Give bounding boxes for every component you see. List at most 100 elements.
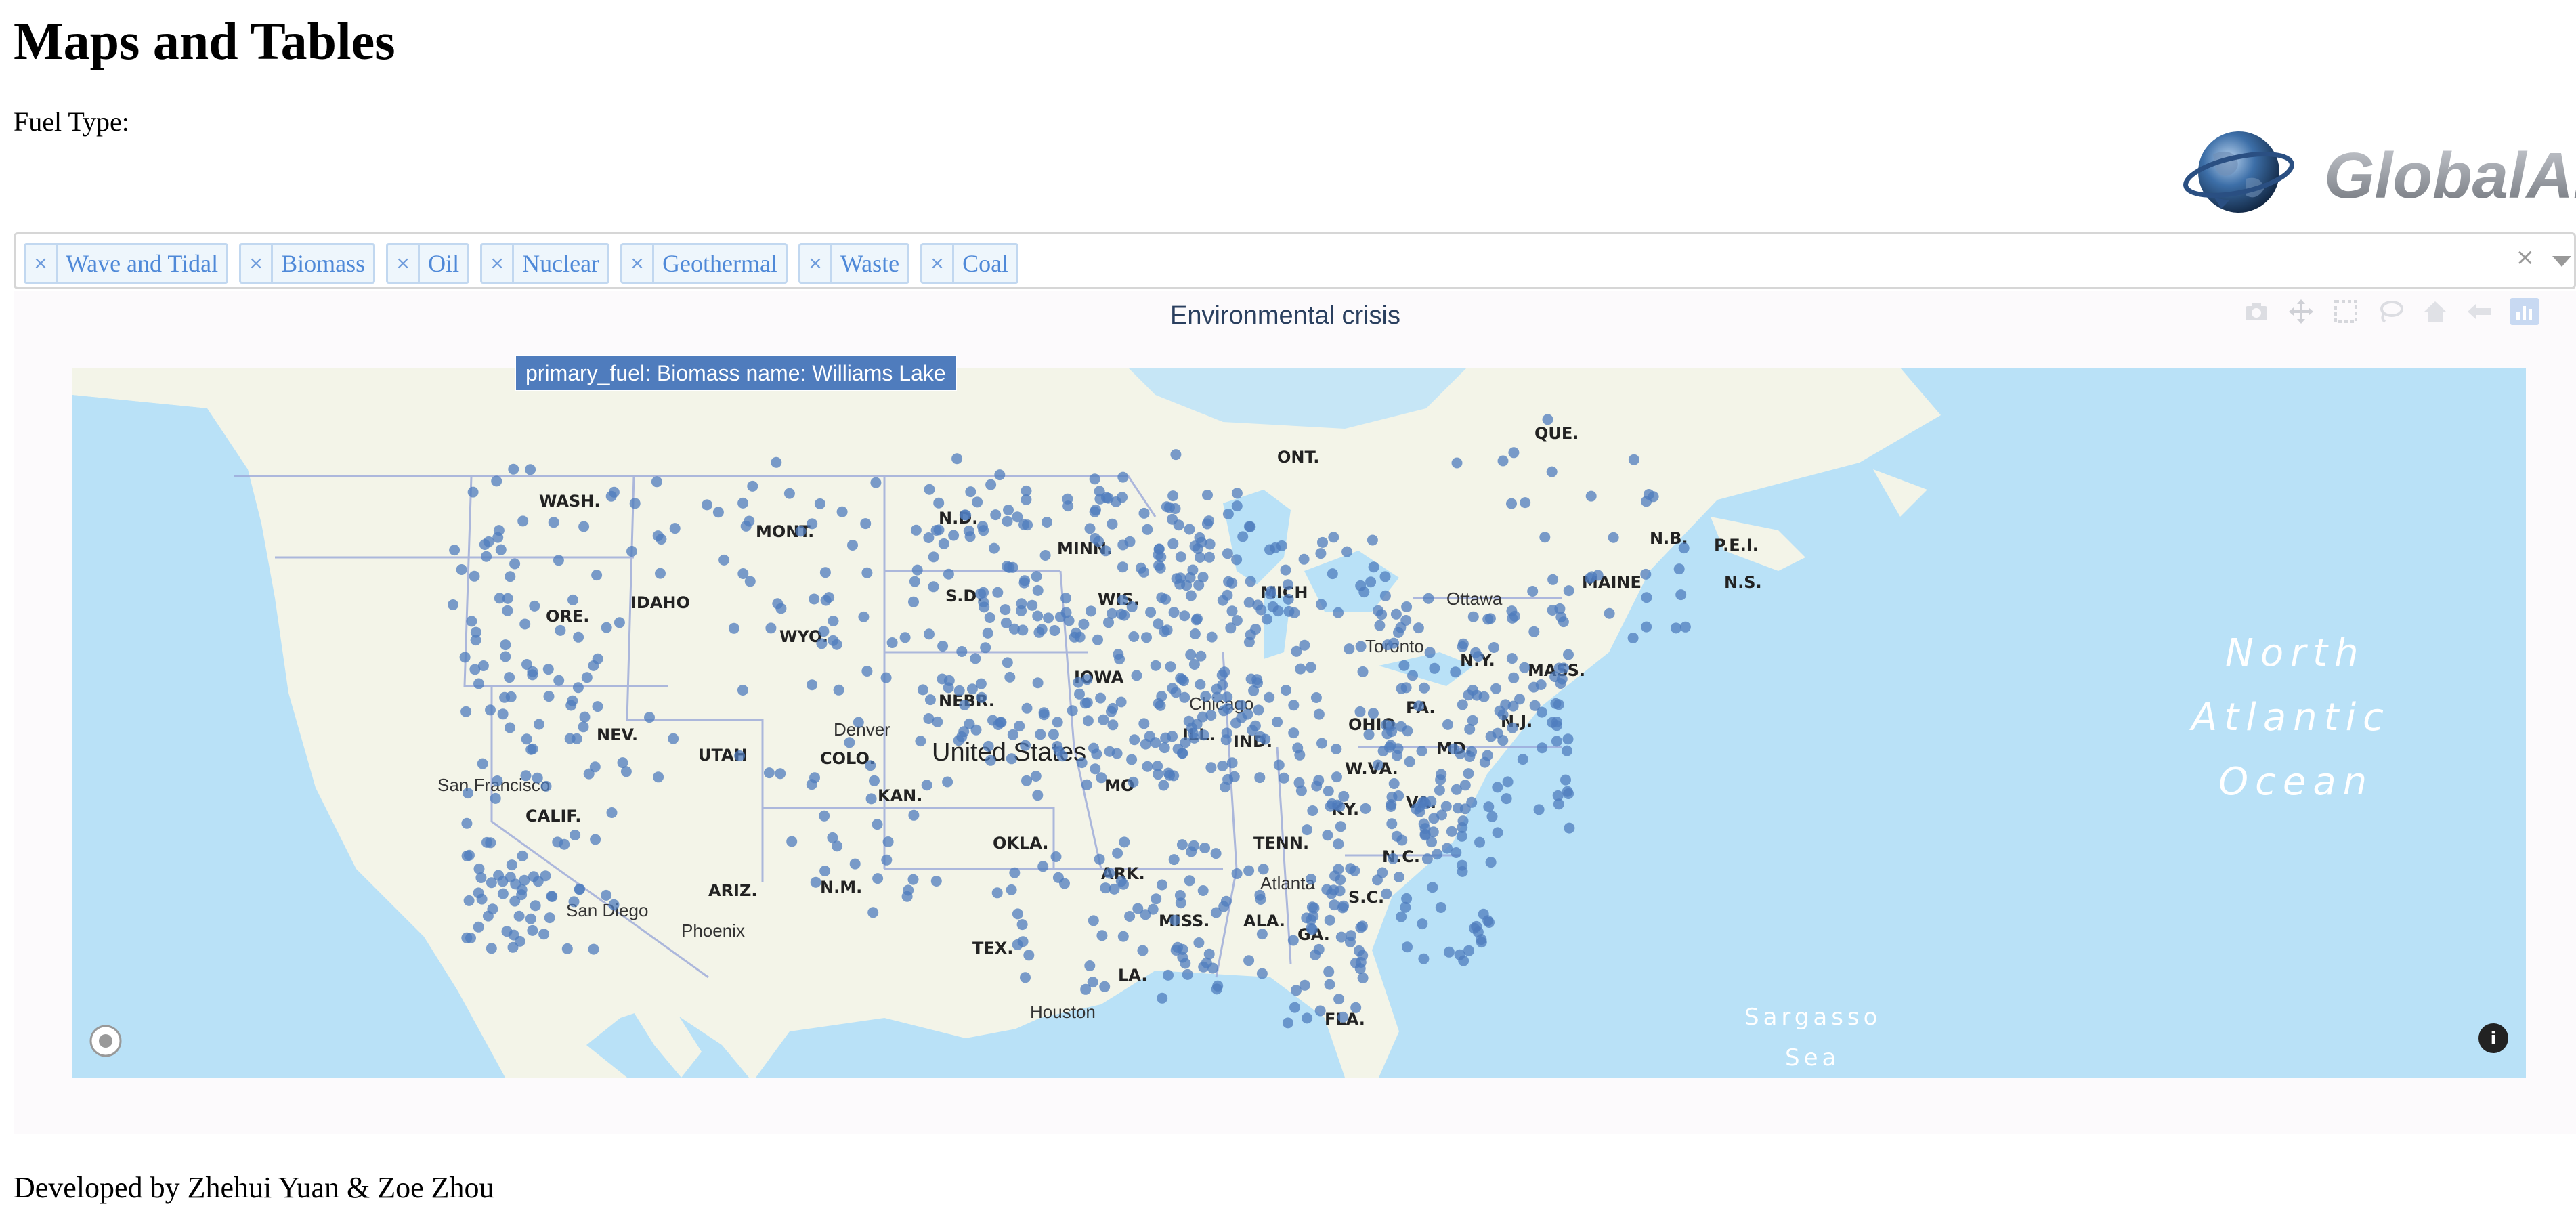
plant-marker[interactable]	[1272, 717, 1283, 727]
plant-marker[interactable]	[1222, 548, 1233, 559]
plant-marker[interactable]	[1363, 729, 1375, 740]
plant-marker[interactable]	[908, 596, 919, 608]
plant-marker[interactable]	[1092, 634, 1103, 645]
plant-marker[interactable]	[1306, 874, 1316, 884]
plant-marker[interactable]	[1404, 756, 1415, 767]
plant-marker[interactable]	[1188, 840, 1199, 851]
plant-marker[interactable]	[1223, 576, 1235, 587]
plant-marker[interactable]	[827, 832, 838, 843]
plant-marker[interactable]	[923, 713, 935, 724]
plant-marker[interactable]	[1243, 955, 1255, 966]
plant-marker[interactable]	[1074, 688, 1085, 700]
plant-marker[interactable]	[872, 873, 884, 884]
plant-marker[interactable]	[1235, 700, 1247, 711]
plant-marker[interactable]	[1293, 777, 1305, 788]
plant-marker[interactable]	[1456, 830, 1467, 842]
plant-marker[interactable]	[924, 484, 935, 495]
plant-marker[interactable]	[728, 622, 739, 634]
plant-marker[interactable]	[1002, 515, 1013, 527]
plant-marker[interactable]	[1124, 536, 1136, 547]
plant-marker[interactable]	[1185, 590, 1197, 601]
plant-marker[interactable]	[464, 849, 475, 861]
plant-marker[interactable]	[1388, 853, 1399, 864]
plant-marker[interactable]	[1506, 498, 1517, 509]
plant-marker[interactable]	[1463, 768, 1474, 780]
plant-marker[interactable]	[500, 639, 511, 651]
plant-marker[interactable]	[502, 605, 513, 616]
plant-marker[interactable]	[1442, 719, 1453, 730]
plant-marker[interactable]	[591, 570, 603, 581]
plant-marker[interactable]	[507, 941, 519, 953]
plant-marker[interactable]	[1153, 769, 1164, 780]
plant-marker[interactable]	[1206, 631, 1218, 643]
plant-marker[interactable]	[1163, 969, 1174, 981]
plant-marker[interactable]	[485, 837, 496, 849]
plant-marker[interactable]	[1484, 917, 1495, 928]
plant-marker[interactable]	[1194, 532, 1205, 543]
plant-marker[interactable]	[461, 932, 473, 943]
plant-marker[interactable]	[528, 871, 539, 882]
plant-marker[interactable]	[1150, 737, 1161, 748]
plant-marker[interactable]	[1280, 564, 1291, 576]
plant-marker[interactable]	[1124, 911, 1136, 922]
plant-marker[interactable]	[820, 595, 832, 606]
plant-marker[interactable]	[1679, 621, 1691, 633]
plant-marker[interactable]	[737, 497, 749, 509]
plant-marker[interactable]	[1419, 682, 1430, 694]
plant-marker[interactable]	[473, 678, 484, 689]
remove-chip-icon[interactable]: ×	[800, 245, 832, 282]
plant-marker[interactable]	[1002, 657, 1013, 668]
plant-marker[interactable]	[1035, 729, 1046, 740]
plant-marker[interactable]	[1021, 775, 1032, 786]
plant-marker[interactable]	[1427, 882, 1438, 893]
plant-marker[interactable]	[1129, 734, 1140, 746]
plant-marker[interactable]	[1325, 801, 1336, 812]
plant-marker[interactable]	[492, 775, 503, 786]
plant-marker[interactable]	[1464, 751, 1476, 762]
plant-marker[interactable]	[525, 913, 536, 924]
plant-marker[interactable]	[915, 736, 926, 747]
clear-all-icon[interactable]: ×	[2516, 244, 2535, 271]
plant-marker[interactable]	[1457, 641, 1468, 652]
plant-marker[interactable]	[1335, 931, 1347, 943]
plant-marker[interactable]	[982, 627, 993, 639]
plant-marker[interactable]	[1333, 607, 1344, 618]
plant-marker[interactable]	[1107, 518, 1118, 530]
plant-marker[interactable]	[1527, 586, 1539, 597]
plant-marker[interactable]	[1492, 782, 1503, 793]
plant-marker[interactable]	[1265, 585, 1276, 597]
plant-marker[interactable]	[1137, 945, 1149, 956]
plant-marker[interactable]	[978, 587, 989, 598]
plant-marker[interactable]	[985, 479, 997, 490]
plant-marker[interactable]	[1032, 610, 1044, 622]
plant-marker[interactable]	[1237, 531, 1249, 542]
plant-marker[interactable]	[853, 717, 864, 728]
plant-marker[interactable]	[880, 672, 892, 683]
plant-marker[interactable]	[1396, 721, 1407, 732]
plant-marker[interactable]	[1195, 679, 1206, 690]
plant-marker[interactable]	[1434, 784, 1445, 796]
plant-marker[interactable]	[1138, 718, 1150, 729]
plant-marker[interactable]	[1170, 687, 1182, 698]
plant-marker[interactable]	[907, 874, 919, 885]
plant-marker[interactable]	[849, 858, 861, 870]
plant-marker[interactable]	[553, 555, 564, 566]
plant-marker[interactable]	[1372, 759, 1383, 771]
plant-marker[interactable]	[1324, 914, 1335, 926]
plant-marker[interactable]	[1355, 922, 1367, 933]
plant-marker[interactable]	[1098, 714, 1109, 725]
plant-marker[interactable]	[1117, 561, 1128, 573]
plant-marker[interactable]	[930, 876, 942, 887]
plant-marker[interactable]	[1211, 683, 1222, 695]
plant-marker[interactable]	[521, 733, 532, 745]
plant-marker[interactable]	[1226, 605, 1238, 617]
plant-marker[interactable]	[847, 540, 858, 551]
plant-marker[interactable]	[1418, 818, 1430, 830]
plant-marker[interactable]	[1153, 618, 1164, 630]
plant-marker[interactable]	[1355, 641, 1367, 652]
plant-marker[interactable]	[1424, 647, 1436, 658]
plant-marker[interactable]	[501, 926, 513, 937]
plant-marker[interactable]	[1334, 801, 1346, 812]
plant-marker[interactable]	[1464, 723, 1476, 735]
plant-marker[interactable]	[1423, 593, 1434, 604]
